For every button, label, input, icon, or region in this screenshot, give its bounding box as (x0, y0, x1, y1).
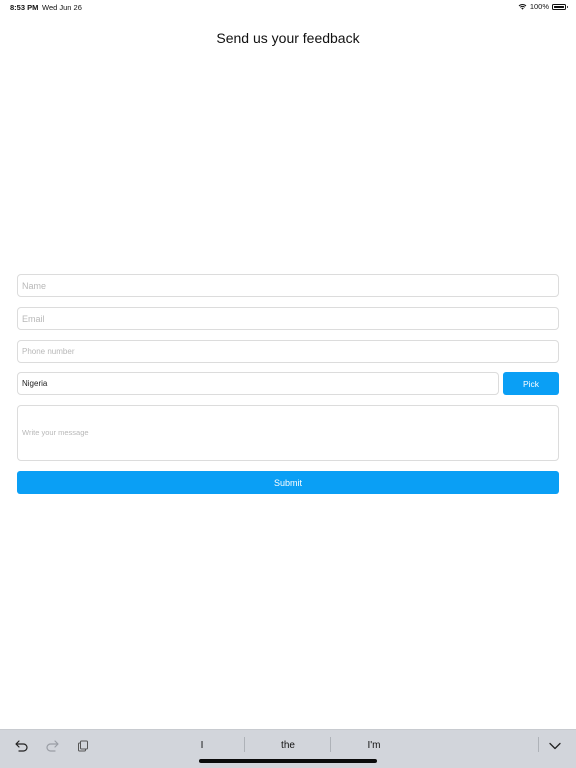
status-right: 100% (518, 2, 568, 11)
page-title: Send us your feedback (216, 30, 360, 46)
home-indicator (199, 759, 377, 763)
suggestion-item[interactable]: I'm (334, 740, 414, 751)
status-date: Wed Jun 26 (42, 3, 82, 12)
redo-icon[interactable] (44, 738, 60, 754)
divider (538, 737, 539, 752)
email-input[interactable] (17, 307, 559, 330)
status-bar: 8:53 PM Wed Jun 26 100% (0, 0, 576, 14)
battery-icon (552, 3, 568, 10)
message-textarea[interactable] (17, 405, 559, 461)
suggestion-item[interactable]: I (162, 740, 242, 751)
divider (244, 737, 245, 752)
status-time: 8:53 PM (10, 3, 39, 12)
suggestion-item[interactable]: the (248, 740, 328, 751)
phone-number-input[interactable] (17, 340, 559, 363)
undo-icon[interactable] (14, 738, 30, 754)
pick-button[interactable]: Pick (503, 372, 559, 395)
country-input[interactable] (17, 372, 499, 395)
battery-percent: 100% (529, 2, 549, 11)
divider (330, 737, 331, 752)
submit-button[interactable]: Submit (17, 471, 559, 494)
chevron-down-icon[interactable] (547, 738, 563, 754)
name-input[interactable] (17, 274, 559, 297)
wifi-icon (518, 3, 527, 10)
paste-icon[interactable] (75, 738, 91, 754)
